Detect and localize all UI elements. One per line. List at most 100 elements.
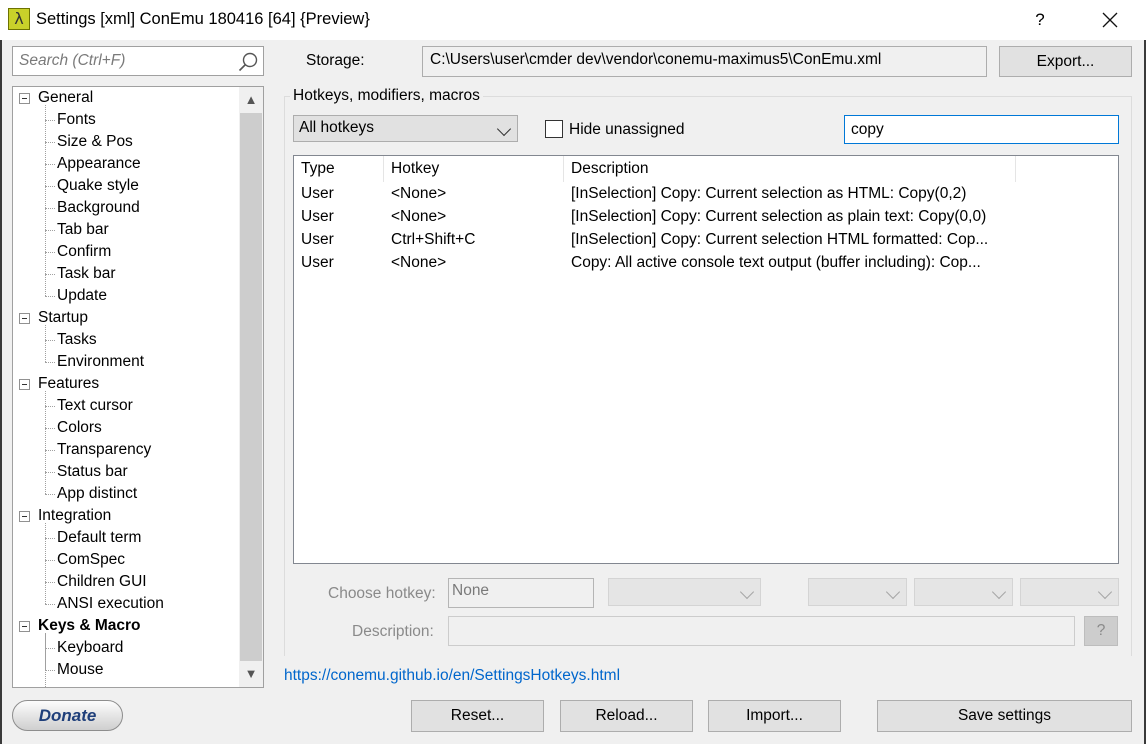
reload-button[interactable]: Reload... (560, 700, 693, 732)
modifier-dropdown-3[interactable] (914, 578, 1013, 606)
cell-type: User (301, 254, 334, 271)
tree-collapse-icon[interactable] (19, 511, 30, 522)
table-row[interactable]: User Ctrl+Shift+C [InSelection] Copy: Curr… (294, 228, 1118, 251)
tree-connector (45, 362, 55, 363)
tree-item[interactable]: Mouse (57, 659, 104, 681)
column-header-hotkey[interactable]: Hotkey (384, 156, 564, 182)
cell-hotkey: Ctrl+Shift+C (391, 231, 476, 248)
tree-item[interactable]: Task bar (57, 263, 116, 285)
modifier-dropdown-1[interactable] (608, 578, 761, 606)
chevron-down-icon (1097, 584, 1113, 600)
tree-connector (45, 105, 46, 296)
tree-item[interactable]: Size & Pos (57, 131, 133, 153)
tree-collapse-icon[interactable] (19, 621, 30, 632)
tree-item[interactable]: Appearance (57, 153, 141, 175)
tree-item[interactable]: Integration (38, 505, 111, 527)
hide-unassigned-checkbox[interactable] (545, 120, 563, 138)
tree-item[interactable]: Features (38, 373, 99, 395)
column-header-type[interactable]: Type (294, 156, 384, 182)
tree-connector (45, 296, 55, 297)
chevron-down-icon[interactable]: ▼ (239, 661, 263, 687)
chevron-down-icon (991, 584, 1007, 600)
tree-item[interactable]: Transparency (57, 439, 151, 461)
tree-item[interactable]: Colors (57, 417, 102, 439)
settings-search-box (12, 46, 264, 76)
description-label: Description: (352, 623, 434, 640)
tree-item[interactable]: ANSI execution (57, 593, 164, 615)
choose-hotkey-field[interactable]: None (448, 578, 594, 608)
tree-item[interactable]: General (38, 87, 93, 109)
import-button[interactable]: Import... (708, 700, 841, 732)
search-icon[interactable] (237, 51, 259, 73)
reset-button[interactable]: Reset... (411, 700, 544, 732)
cell-type: User (301, 208, 334, 225)
tree-item[interactable]: Children GUI (57, 571, 147, 593)
hotkey-filter-dropdown[interactable]: All hotkeys (293, 115, 518, 142)
table-row[interactable]: User <None> Copy: All active console text … (294, 251, 1118, 274)
tree-item[interactable]: Update (57, 285, 107, 307)
donate-button[interactable]: Donate (12, 700, 123, 731)
tree-item[interactable]: Default term (57, 527, 141, 549)
hotkey-list[interactable]: Type Hotkey Description User <None> [InSel… (293, 155, 1119, 564)
help-button[interactable]: ? (1020, 0, 1060, 40)
tree-item[interactable]: Fonts (57, 109, 96, 131)
cell-type: User (301, 185, 334, 202)
tree-scrollbar[interactable]: ▲ ▼ (239, 87, 263, 687)
tree-connector (45, 450, 55, 451)
hide-unassigned-label[interactable]: Hide unassigned (569, 121, 684, 139)
tree-item[interactable]: Confirm (57, 241, 111, 263)
window-title: Settings [xml] ConEmu 180416 [64] {Previ… (36, 10, 370, 28)
tree-item[interactable]: Environment (57, 351, 144, 373)
tree-item[interactable]: Background (57, 197, 140, 219)
export-button[interactable]: Export... (999, 46, 1132, 77)
tree-connector (45, 472, 55, 473)
tree-item[interactable]: Tab bar (57, 219, 109, 241)
tree-connector (45, 142, 55, 143)
hotkey-filter-input[interactable] (844, 115, 1119, 144)
tree-connector (45, 604, 55, 605)
scrollbar-thumb[interactable] (240, 113, 262, 661)
modifier-dropdown-2[interactable] (808, 578, 907, 606)
tree-collapse-icon[interactable] (19, 379, 30, 390)
tree-item[interactable]: Status bar (57, 461, 128, 483)
settings-search-input[interactable] (13, 47, 237, 75)
storage-path-field[interactable]: C:\Users\user\cmder dev\vendor\conemu-ma… (422, 46, 987, 77)
chevron-up-icon[interactable]: ▲ (239, 87, 263, 113)
column-header-description[interactable]: Description (564, 156, 1016, 182)
description-help-button[interactable]: ? (1084, 616, 1118, 646)
settings-tree: General Fonts Size & Pos Appearance Quake st… (12, 86, 264, 688)
description-field[interactable] (448, 616, 1075, 646)
hotkeys-group-title: Hotkeys, modifiers, macros (290, 87, 483, 105)
tree-connector (45, 560, 55, 561)
tree-item[interactable]: Tasks (57, 329, 97, 351)
tree-connector (45, 494, 55, 495)
tree-item[interactable]: Quake style (57, 175, 139, 197)
tree-item[interactable]: Keys & Macro (38, 615, 141, 637)
modifier-dropdown-4[interactable] (1020, 578, 1119, 606)
cell-description: [InSelection] Copy: Current selection as… (571, 208, 987, 225)
tree-connector (45, 670, 55, 671)
tree-connector (45, 428, 55, 429)
cell-description: Copy: All active console text output (bu… (571, 254, 981, 271)
help-link[interactable]: https://conemu.github.io/en/SettingsHotk… (284, 667, 620, 685)
tree-item[interactable]: ComSpec (57, 549, 125, 571)
cell-description: [InSelection] Copy: Current selection HT… (571, 231, 989, 248)
tree-collapse-icon[interactable] (19, 93, 30, 104)
tree-connector (45, 391, 46, 494)
tree-connector (45, 340, 55, 341)
close-icon (1102, 12, 1118, 28)
app-icon: λ (8, 8, 30, 30)
tree-item[interactable]: Keyboard (57, 637, 123, 659)
tree-item[interactable]: Text cursor (57, 395, 133, 417)
tree-collapse-icon[interactable] (19, 313, 30, 324)
cell-hotkey: <None> (391, 254, 447, 271)
close-button[interactable] (1088, 0, 1132, 40)
table-row[interactable]: User <None> [InSelection] Copy: Current se… (294, 205, 1118, 228)
tree-item[interactable]: App distinct (57, 483, 137, 505)
chevron-down-icon (739, 584, 755, 600)
tree-connector (45, 582, 55, 583)
table-row[interactable]: User <None> [InSelection] Copy: Current se… (294, 182, 1118, 205)
save-settings-button[interactable]: Save settings (877, 700, 1132, 732)
tree-connector (45, 648, 55, 649)
tree-connector (45, 164, 55, 165)
